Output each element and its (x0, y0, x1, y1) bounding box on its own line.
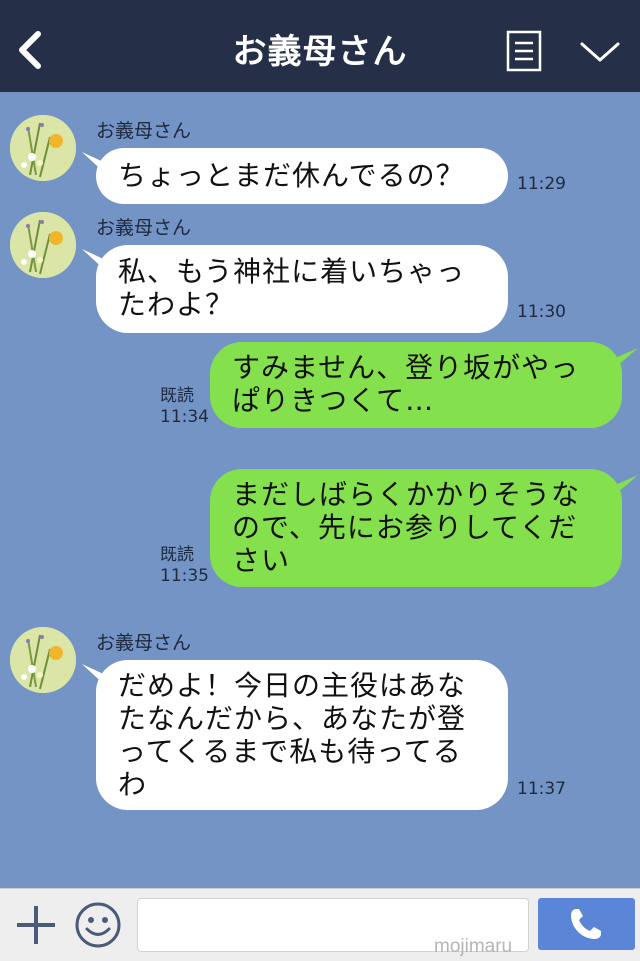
message-bubble[interactable]: だめよ！今日の主役はあな たなんだから、あなたが登 ってくるまで私も待ってる わ (96, 660, 508, 810)
chevron-down-icon[interactable] (578, 38, 622, 66)
chat-header: お義母さん (0, 0, 640, 92)
avatar[interactable] (10, 627, 76, 693)
avatar[interactable] (10, 212, 76, 278)
flower-avatar-icon (10, 212, 76, 278)
avatar[interactable] (10, 115, 76, 181)
smiley-icon[interactable] (73, 900, 123, 950)
read-status: 既読 11:34 (160, 386, 209, 428)
menu-icon[interactable] (506, 30, 542, 72)
read-label: 既読 (160, 386, 194, 406)
message-text: ちょっとまだ休んでるの？ (118, 159, 465, 192)
sender-name: お義母さん (96, 120, 192, 142)
message-text: すみません、登り坂がやっ ぱりきつくて… (232, 351, 580, 417)
read-status: 既読 11:35 (160, 545, 209, 587)
message-text: まだしばらくかかりそうな ので、先にお参りしてくだ さい (232, 478, 581, 577)
plus-icon[interactable] (14, 903, 58, 947)
message-time: 11:37 (517, 779, 566, 799)
watermark: mojimaru (434, 936, 513, 957)
message-time: 11:29 (517, 174, 566, 194)
flower-avatar-icon (10, 115, 76, 181)
message-bubble[interactable]: まだしばらくかかりそうな ので、先にお参りしてくだ さい (210, 469, 622, 587)
message-time: 11:34 (160, 407, 209, 427)
message-bubble[interactable]: すみません、登り坂がやっ ぱりきつくて… (210, 342, 622, 428)
bubble-tail (606, 475, 638, 499)
message-bubble[interactable]: ちょっとまだ休んでるの？ (96, 148, 508, 204)
bubble-tail (606, 348, 638, 372)
message-text: だめよ！今日の主役はあな たなんだから、あなたが登 ってくるまで私も待ってる わ (118, 669, 467, 801)
message-bubble[interactable]: 私、もう神社に着いちゃっ たわよ？ (96, 245, 508, 333)
read-label: 既読 (160, 545, 194, 565)
chat-area: お義母さん ちょっとまだ休んでるの？ 11:29 お義母さん 私、もう神社に着い… (0, 92, 640, 888)
message-time: 11:30 (517, 302, 566, 322)
chat-title: お義母さん (232, 32, 408, 72)
sender-name: お義母さん (96, 217, 192, 239)
sender-name: お義母さん (96, 632, 192, 654)
message-text: 私、もう神社に着いちゃっ たわよ？ (118, 255, 466, 321)
flower-avatar-icon (10, 627, 76, 693)
phone-icon (571, 909, 601, 939)
call-button[interactable] (538, 898, 635, 950)
message-time: 11:35 (160, 566, 209, 586)
